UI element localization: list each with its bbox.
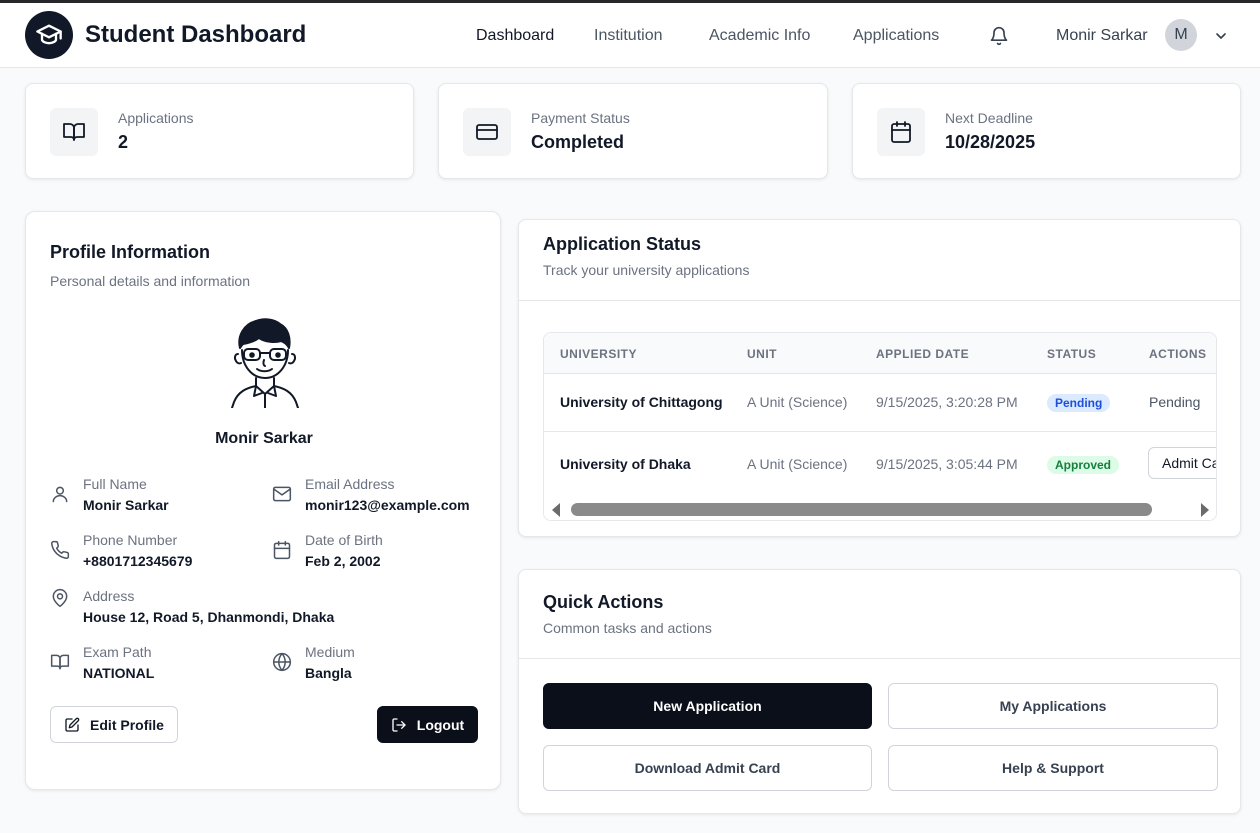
nav-institution[interactable]: Institution <box>594 27 662 45</box>
stat-label: Next Deadline <box>945 110 1033 126</box>
logout-button[interactable]: Logout <box>377 706 478 743</box>
table-header: UNIVERSITY UNIT APPLIED DATE STATUS ACTI… <box>544 333 1216 374</box>
map-pin-icon <box>50 588 70 608</box>
profile-subtitle: Personal details and information <box>50 273 251 289</box>
status-badge: Pending <box>1047 394 1111 412</box>
graduation-cap-icon[interactable] <box>25 11 73 59</box>
divider <box>519 300 1240 301</box>
scroll-right-arrow-icon[interactable] <box>1201 503 1209 517</box>
my-applications-button[interactable]: My Applications <box>888 683 1218 729</box>
table-row: University of Dhaka A Unit (Science) 9/1… <box>544 432 1216 498</box>
horizontal-scrollbar[interactable] <box>544 498 1216 520</box>
logout-icon <box>392 717 406 732</box>
download-admit-card-button[interactable]: Download Admit Card <box>543 745 872 791</box>
profile-name: Monir Sarkar <box>215 430 313 447</box>
edit-profile-button[interactable]: Edit Profile <box>50 706 178 743</box>
book-open-icon <box>50 652 70 672</box>
scroll-thumb[interactable] <box>571 503 1152 516</box>
logout-label: Logout <box>416 716 465 733</box>
stat-value: 2 <box>118 132 129 152</box>
user-name[interactable]: Monir Sarkar <box>1056 27 1148 45</box>
quick-actions-card: Quick Actions Common tasks and actions N… <box>518 569 1241 814</box>
divider <box>519 658 1240 659</box>
stat-card-payment: Payment Status Completed <box>438 83 828 179</box>
address-label: Address <box>83 588 135 604</box>
stat-label: Payment Status <box>531 110 630 126</box>
nav-dashboard[interactable]: Dashboard <box>476 27 554 45</box>
column-header: STATUS <box>1047 347 1097 361</box>
medium-label: Medium <box>305 644 355 660</box>
profile-card: Profile Information Personal details and… <box>25 211 501 790</box>
address-value: House 12, Road 5, Dhanmondi, Dhaka <box>83 609 335 625</box>
chevron-down-icon[interactable] <box>1213 28 1229 44</box>
stat-value: 10/28/2025 <box>945 132 1036 152</box>
phone-icon <box>50 540 70 560</box>
avatar[interactable]: M <box>1165 19 1197 51</box>
column-header: APPLIED DATE <box>876 347 970 361</box>
applications-table: UNIVERSITY UNIT APPLIED DATE STATUS ACTI… <box>543 332 1217 521</box>
book-open-icon <box>50 108 98 156</box>
medium-value: Bangla <box>305 665 352 681</box>
help-support-button[interactable]: Help & Support <box>888 745 1218 791</box>
full-name-value: Monir Sarkar <box>83 497 169 513</box>
dob-label: Date of Birth <box>305 532 383 548</box>
column-header: ACTIONS <box>1149 347 1207 361</box>
bell-icon[interactable] <box>989 26 1009 46</box>
edit-icon <box>65 717 80 732</box>
new-application-button[interactable]: New Application <box>543 683 872 729</box>
scroll-left-arrow-icon[interactable] <box>552 503 560 517</box>
top-header: Student Dashboard Dashboard Institution … <box>0 3 1260 68</box>
calendar-icon <box>877 108 925 156</box>
column-header: UNIVERSITY <box>560 347 638 361</box>
globe-icon <box>272 652 292 672</box>
profile-avatar-illustration <box>226 316 304 409</box>
applied-date-cell: 9/15/2025, 3:05:44 PM <box>876 456 1018 472</box>
profile-title: Profile Information <box>50 242 211 262</box>
applied-date-cell: 9/15/2025, 3:20:28 PM <box>876 394 1018 410</box>
calendar-icon <box>272 540 292 560</box>
phone-label: Phone Number <box>83 532 178 548</box>
application-status-card: Application Status Track your university… <box>518 219 1241 537</box>
nav-academic-info[interactable]: Academic Info <box>709 27 810 45</box>
unit-cell: A Unit (Science) <box>747 456 848 472</box>
admit-card-button[interactable]: Admit Card <box>1148 447 1216 479</box>
brand-title[interactable]: Student Dashboard <box>85 21 306 49</box>
app-status-subtitle: Track your university applications <box>543 262 750 278</box>
action-cell: Pending <box>1149 394 1201 410</box>
table-row: University of Chittagong A Unit (Science… <box>544 374 1216 432</box>
stat-value: Completed <box>531 132 625 152</box>
stat-card-applications: Applications 2 <box>25 83 414 179</box>
nav-applications[interactable]: Applications <box>853 27 939 45</box>
unit-cell: A Unit (Science) <box>747 394 848 410</box>
exam-path-value: NATIONAL <box>83 665 155 681</box>
stat-card-deadline: Next Deadline 10/28/2025 <box>852 83 1241 179</box>
status-badge: Approved <box>1047 456 1120 474</box>
full-name-label: Full Name <box>83 476 147 492</box>
email-value: monir123@example.com <box>305 497 470 513</box>
quick-actions-subtitle: Common tasks and actions <box>543 620 712 636</box>
dob-value: Feb 2, 2002 <box>305 553 381 569</box>
email-label: Email Address <box>305 476 395 492</box>
edit-profile-label: Edit Profile <box>90 716 164 733</box>
phone-value: +8801712345679 <box>83 553 193 569</box>
stat-label: Applications <box>118 110 194 126</box>
university-cell: University of Dhaka <box>560 456 691 472</box>
mail-icon <box>272 484 292 504</box>
exam-path-label: Exam Path <box>83 644 152 660</box>
quick-actions-title: Quick Actions <box>543 592 664 612</box>
credit-card-icon <box>463 108 511 156</box>
university-cell: University of Chittagong <box>560 394 723 410</box>
column-header: UNIT <box>747 347 777 361</box>
app-status-title: Application Status <box>543 234 702 254</box>
user-icon <box>50 484 70 504</box>
